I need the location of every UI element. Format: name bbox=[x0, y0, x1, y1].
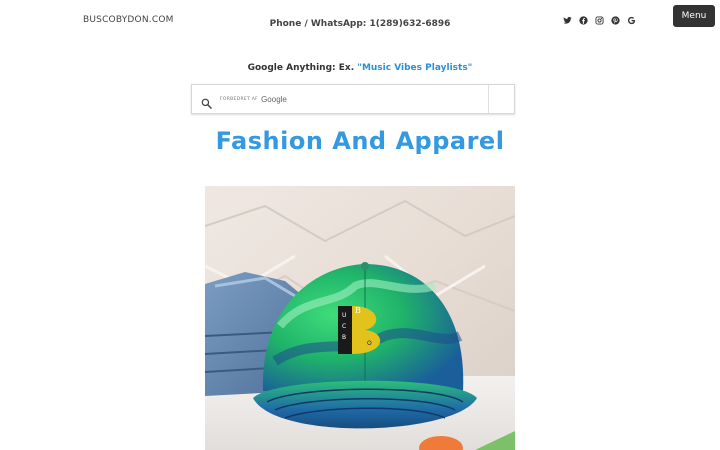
search-input[interactable]: FORBEDRET AF Google bbox=[220, 95, 287, 104]
search-prompt-prefix: Google Anything: Ex. bbox=[247, 63, 358, 73]
google-icon[interactable] bbox=[626, 15, 636, 25]
cap-logo-letter: B bbox=[355, 306, 361, 315]
search-prompt: Google Anything: Ex. "Music Vibes Playli… bbox=[0, 63, 720, 73]
page-title: Fashion And Apparel bbox=[215, 127, 505, 155]
social-links bbox=[562, 15, 636, 25]
powered-by-label: FORBEDRET AF bbox=[220, 97, 259, 102]
twitter-icon[interactable] bbox=[562, 15, 572, 25]
menu-button[interactable]: Menu bbox=[673, 5, 715, 27]
instagram-icon[interactable] bbox=[594, 15, 604, 25]
hero-image: B U C B O bbox=[205, 186, 515, 450]
cap-logo-letter-2: C bbox=[342, 323, 347, 330]
google-search-box[interactable]: FORBEDRET AF Google bbox=[191, 84, 515, 114]
pinterest-icon[interactable] bbox=[610, 15, 620, 25]
search-prompt-example: "Music Vibes Playlists" bbox=[357, 63, 473, 73]
search-icon[interactable] bbox=[201, 94, 212, 109]
cap-logo-letter-3: B bbox=[342, 334, 347, 341]
search-divider bbox=[488, 85, 489, 113]
facebook-icon[interactable] bbox=[578, 15, 588, 25]
cap-logo-letter-1: U bbox=[342, 312, 347, 319]
google-brand-label: Google bbox=[261, 95, 287, 104]
cap-logo-letter-4: O bbox=[367, 340, 372, 347]
